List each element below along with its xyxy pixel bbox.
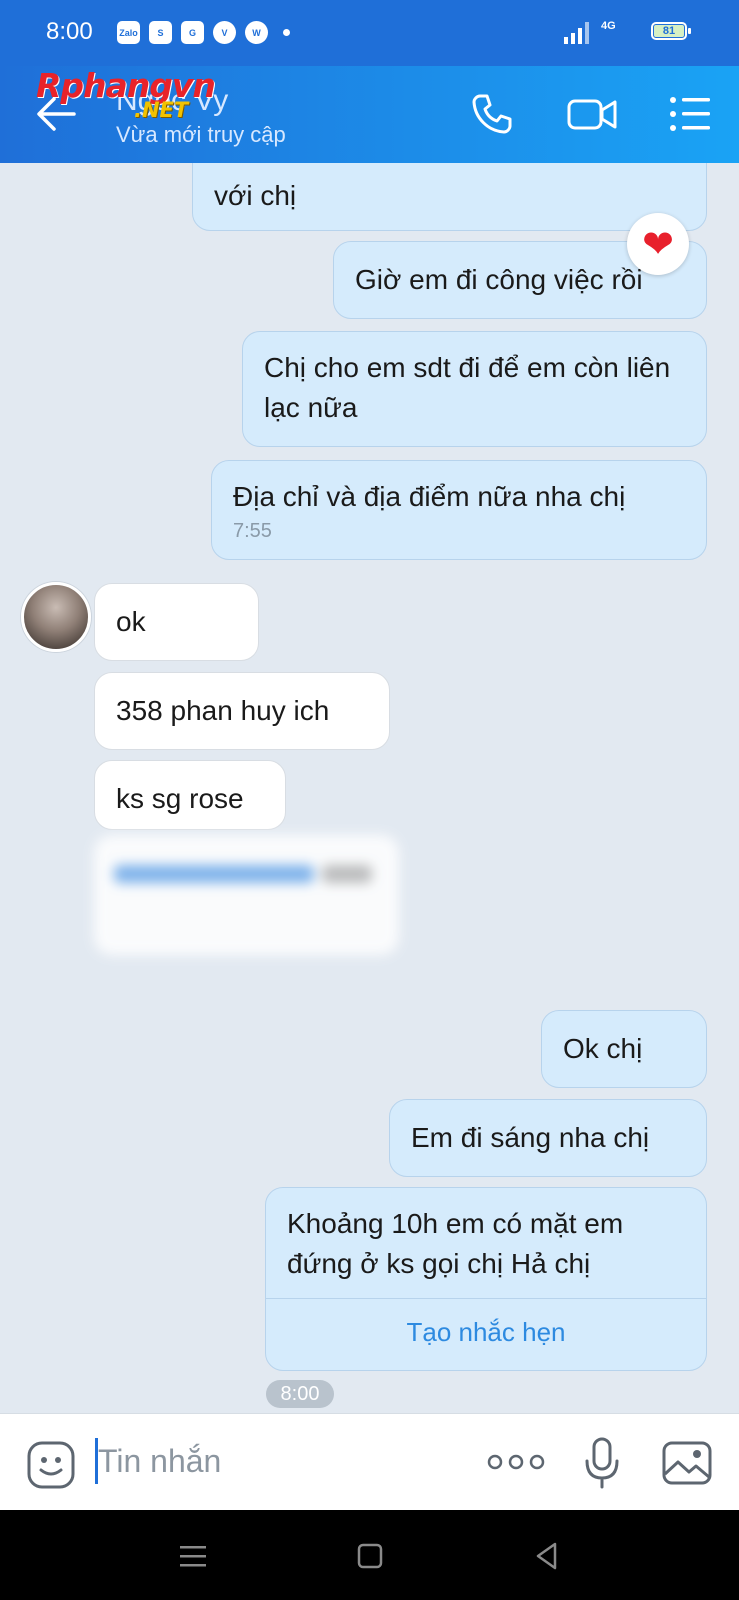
message-bubble[interactable]: Chị cho em sdt đi để em còn liên lạc nữa [242,331,707,447]
battery-icon: 81 [651,22,691,40]
message-text: Giờ em đi công việc rồi [355,264,643,295]
microphone-icon[interactable] [582,1436,622,1490]
message-text: Địa chỉ và địa điểm nữa nha chị [233,481,626,512]
menu-list-icon[interactable] [668,92,712,136]
shopping-notification-icon: S [149,21,172,44]
vpn-notification-icon: V [213,21,236,44]
message-bubble[interactable]: Em đi sáng nha chị [389,1099,707,1177]
heart-reaction-icon[interactable]: ❤ [627,213,689,275]
message-input[interactable] [98,1438,458,1484]
message-bubble[interactable]: Khoảng 10h em có mặt em đứng ở ks gọi ch… [265,1187,707,1371]
recent-apps-icon[interactable] [175,1538,211,1574]
app-notification-icon: G [181,21,204,44]
phone-icon[interactable] [470,92,514,136]
signal-icon [564,22,589,44]
message-text: Khoảng 10h em có mặt em đứng ở ks gọi ch… [287,1208,624,1279]
message-text: với chị [214,180,297,211]
blurred-message [94,835,399,955]
system-navigation-bar [0,1510,739,1600]
message-bubble[interactable]: với chị [192,163,707,231]
notification-icons: Zalo S G V W [117,21,290,44]
home-icon[interactable] [352,1538,388,1574]
image-gallery-icon[interactable] [661,1440,713,1486]
message-bubble[interactable]: ok [94,583,259,661]
message-text: Em đi sáng nha chị [411,1122,650,1153]
contact-avatar[interactable] [21,582,91,652]
message-time: 7:55 [233,520,272,542]
message-bubble[interactable]: 358 phan huy ich [94,672,390,750]
create-reminder-link[interactable]: Tạo nhắc hẹn [266,1312,706,1352]
timestamp-badge: 8:00 [266,1380,334,1408]
message-bubble[interactable]: ks sg rose [94,760,286,830]
sticker-icon[interactable] [26,1440,76,1490]
message-bubble[interactable]: Địa chỉ và địa điểm nữa nha chị 7:55 [211,460,707,560]
message-text: Ok chị [563,1033,643,1064]
status-bar: 8:00 Zalo S G V W 4G 81 [0,0,739,66]
message-text: Chị cho em sdt đi để em còn liên lạc nữa [264,352,671,423]
more-notifications-icon [283,29,290,36]
message-text: ok [116,606,146,637]
contact-status: Vừa mới truy cập [116,122,286,147]
status-time: 8:00 [46,18,93,45]
message-bubble[interactable]: Ok chị [541,1010,707,1088]
battery-level: 81 [654,25,684,37]
network-type: 4G [601,20,616,32]
video-call-icon[interactable] [566,92,618,136]
message-input-bar [0,1413,739,1511]
message-text: 358 phan huy ich [116,695,330,726]
watermark-suffix: .NET [134,98,189,122]
zalo-notification-icon: Zalo [117,21,140,44]
reminder-divider [266,1298,706,1299]
back-nav-icon[interactable] [529,1538,565,1574]
message-text: ks sg rose [116,783,244,814]
more-options-icon[interactable] [486,1450,546,1474]
message-list[interactable]: với chị Giờ em đi công việc rồi ❤ Chị ch… [0,163,739,1413]
browser-notification-icon: W [245,21,268,44]
chat-header: Ngọc Vy Vừa mới truy cập Rphangvn .NET [0,66,739,163]
